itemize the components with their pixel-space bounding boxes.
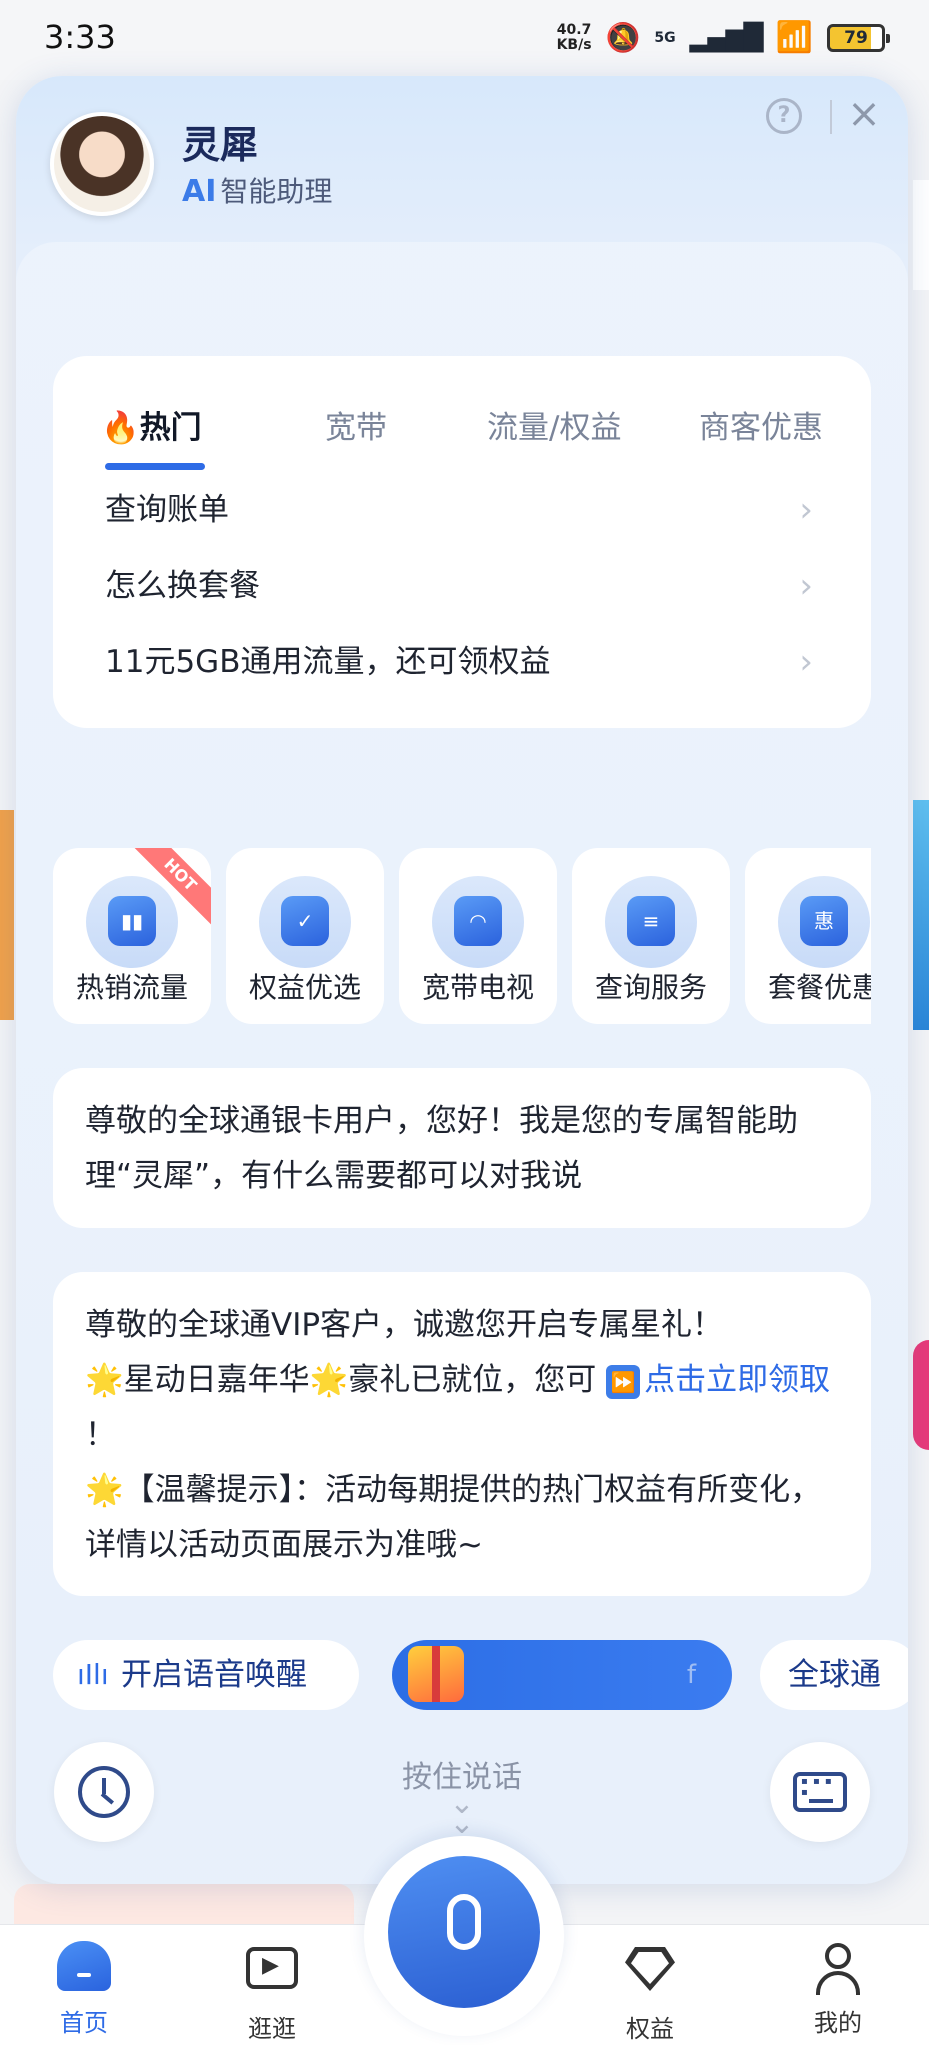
assistant-name: 灵犀 (182, 123, 259, 167)
claim-link[interactable]: 点击立即领取 (644, 1362, 830, 1398)
quick-services: ▮▮ HOT 热销流量 ✓ 权益优选 ◠ 宽带电视 ≡ 查询服务 惠 套餐优惠 (53, 848, 871, 1028)
gem-icon-inner (631, 1952, 669, 1984)
service-benefits[interactable]: ✓ 权益优选 (226, 848, 384, 1024)
assistant-greeting-message: 尊敬的全球通银卡用户，您好！我是您的专属智能助理“灵犀”，有什么需要都可以对我说 (53, 1068, 871, 1228)
status-bar: 3:33 40.7 KB/s 🔕 5G ▂▄▆█ 📶 79 (0, 0, 929, 80)
star-icon: 🌟 (85, 1472, 124, 1508)
background-banner-edge-left (0, 810, 14, 1020)
wifi-tv-icon: ◠ (454, 896, 502, 946)
help-icon[interactable]: ? (766, 98, 802, 134)
service-query[interactable]: ≡ 查询服务 (572, 848, 730, 1024)
tab-data-benefits[interactable]: 流量/权益 (487, 402, 621, 447)
star-icon: 🌟 (309, 1362, 349, 1398)
mic-button[interactable] (388, 1856, 540, 2008)
signal-icon: ▂▄▆█ (689, 22, 764, 53)
tab-hot[interactable]: 🔥热门 (101, 402, 202, 447)
assistant-avatar (50, 112, 154, 216)
faq-item-change-plan[interactable]: 怎么换套餐 › (53, 556, 871, 632)
network-speed: 40.7 KB/s (556, 21, 592, 53)
wifi-icon: 📶 (775, 20, 813, 55)
gem-icon (625, 1947, 675, 1991)
nav-benefits[interactable]: 权益 (590, 1941, 710, 2044)
home-icon (57, 1941, 111, 1991)
gift-icon (408, 1646, 464, 1702)
flame-chart-icon: ▮▮ (108, 896, 156, 946)
nav-explore[interactable]: 逛逛 (212, 1941, 332, 2044)
faq-list: 查询账单 › 怎么换套餐 › 11元5GB通用流量，还可领权益 › (53, 480, 871, 708)
microphone-icon (447, 1894, 481, 1950)
background-banner-edge (913, 800, 929, 1030)
star-icon: 🌟 (85, 1362, 124, 1398)
keyboard-button[interactable] (770, 1742, 870, 1842)
chevron-right-icon: › (799, 490, 813, 530)
service-broadband-tv[interactable]: ◠ 宽带电视 (399, 848, 557, 1024)
background-card (14, 1884, 354, 1928)
document-icon: ≡ (627, 896, 675, 946)
mute-icon: 🔕 (605, 21, 641, 54)
close-icon[interactable]: × (842, 92, 886, 136)
status-indicators: 40.7 KB/s 🔕 5G ▂▄▆█ 📶 79 (556, 20, 890, 55)
faq-item-bill[interactable]: 查询账单 › (53, 480, 871, 556)
faq-item-data-offer[interactable]: 11元5GB通用流量，还可领权益 › (53, 632, 871, 708)
background-page-edge (913, 180, 929, 290)
active-tab-indicator (105, 463, 205, 470)
tab-business-offers[interactable]: 商客优惠 (699, 402, 823, 447)
video-icon (246, 1947, 298, 1989)
chevron-right-icon: › (799, 566, 813, 606)
voice-wave-icon: ıIlı (77, 1658, 109, 1691)
background-floating-button (913, 1340, 929, 1450)
assistant-body: 🔥热门 宽带 流量/权益 商客优惠 查询账单 › 怎么换套餐 › 11元5GB通… (16, 242, 908, 1884)
network-type: 5G (654, 29, 676, 46)
service-hot-data[interactable]: ▮▮ HOT 热销流量 (53, 848, 211, 1024)
faq-tabs: 🔥热门 宽带 流量/权益 商客优惠 (53, 356, 871, 470)
header-divider (830, 100, 832, 134)
faq-card: 🔥热门 宽带 流量/权益 商客优惠 查询账单 › 怎么换套餐 › 11元5GB通… (53, 356, 871, 728)
assistant-panel: 灵犀 AI智能助理 ? × 🔥热门 宽带 流量/权益 商客优惠 查询账单 › (16, 76, 908, 1884)
status-time: 3:33 (44, 18, 116, 56)
fast-forward-icon: ⏩ (606, 1364, 641, 1399)
user-icon (812, 1941, 864, 1995)
keyboard-icon (793, 1772, 847, 1812)
chevron-right-icon: › (799, 642, 813, 682)
voice-wake-chip[interactable]: ıIlı 开启语音唤醒 (53, 1640, 359, 1710)
battery-indicator: 79 (827, 23, 890, 52)
nav-home[interactable]: 首页 (24, 1941, 144, 2038)
shield-check-icon: ✓ (281, 896, 329, 946)
nav-mine[interactable]: 我的 (778, 1941, 898, 2038)
promo-chip[interactable]: f (392, 1640, 732, 1710)
assistant-promo-message: 尊敬的全球通VIP客户，诚邀您开启专属星礼！ 🌟星动日嘉年华🌟豪礼已就位，您可 … (53, 1272, 871, 1596)
money-bag-icon: 惠 (800, 896, 848, 946)
assistant-subtitle: AI 智能助理 (182, 174, 333, 209)
global-chip[interactable]: 全球通 (760, 1640, 908, 1710)
service-plan-offers[interactable]: 惠 套餐优惠 (745, 848, 871, 1024)
tab-broadband[interactable]: 宽带 (325, 402, 387, 447)
